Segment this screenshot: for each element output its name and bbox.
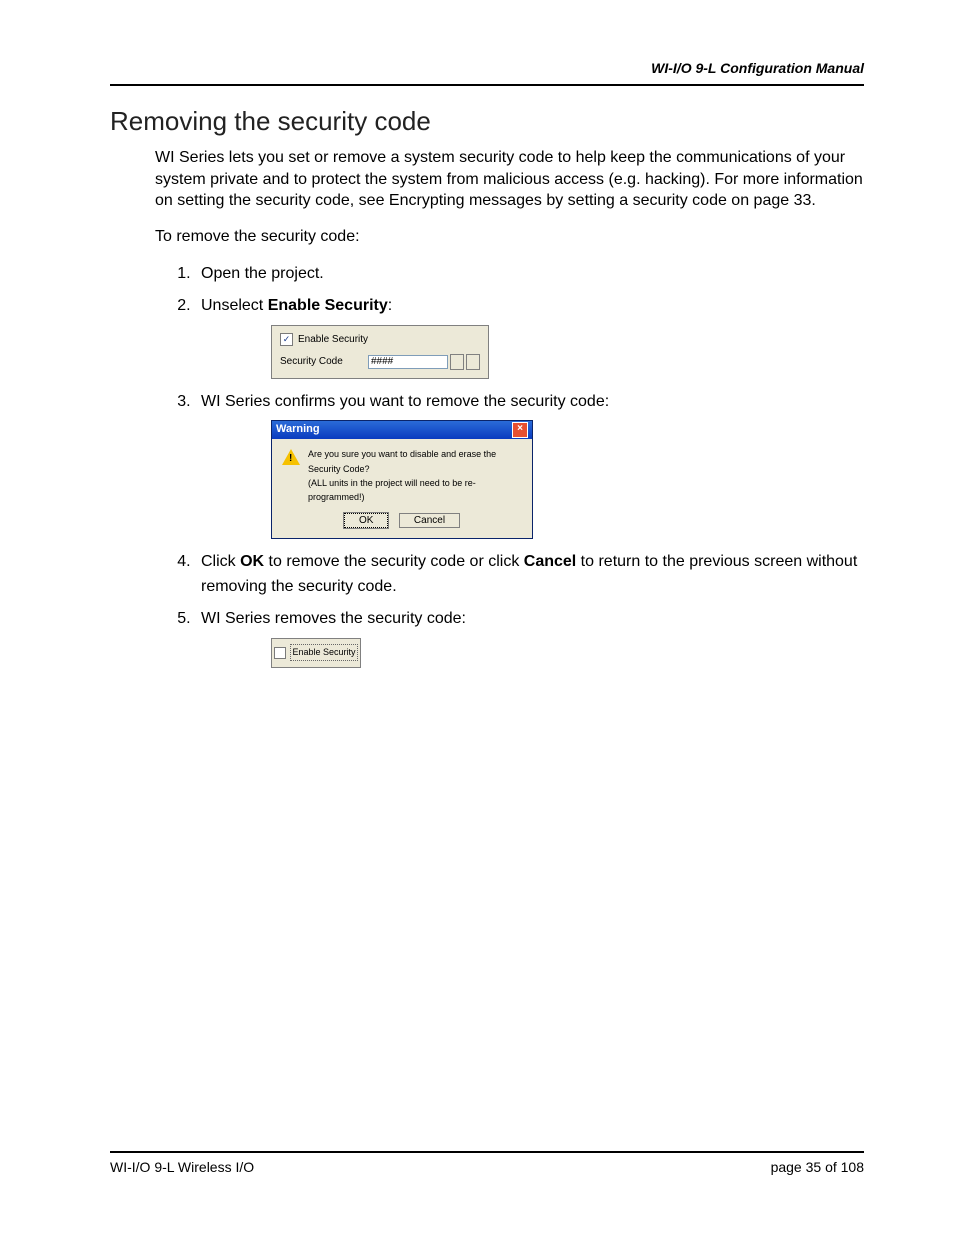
step-3-text: WI Series confirms you want to remove th…	[201, 393, 609, 410]
step-5-text: WI Series removes the security code:	[201, 610, 466, 627]
enable-security-label: Enable Security	[298, 332, 368, 348]
enable-security-checkbox-unchecked[interactable]	[274, 647, 286, 659]
step-2-bold: Enable Security	[268, 297, 388, 314]
security-code-label: Security Code	[280, 354, 343, 370]
dialog-titlebar: Warning ×	[272, 421, 532, 439]
step-5: WI Series removes the security code: Ena…	[195, 606, 864, 668]
security-panel: ✓ Enable Security Security Code	[271, 325, 489, 379]
step-4: Click OK to remove the security code or …	[195, 549, 864, 600]
footer-left: WI-I/O 9-L Wireless I/O	[110, 1159, 254, 1175]
page-footer: WI-I/O 9-L Wireless I/O page 35 of 108	[110, 1151, 864, 1175]
step-4-mid: to remove the security code or click	[264, 553, 524, 570]
figure-enable-security: ✓ Enable Security Security Code	[271, 325, 864, 379]
ok-button[interactable]: OK	[344, 513, 388, 528]
step-2: Unselect Enable Security: ✓ Enable Secur…	[195, 293, 864, 379]
dialog-line-2: (ALL units in the project will need to b…	[308, 476, 522, 505]
footer-right: page 35 of 108	[771, 1159, 864, 1175]
section-heading: Removing the security code	[110, 106, 864, 137]
dialog-line-1: Are you sure you want to disable and era…	[308, 447, 522, 476]
step-4-pre: Click	[201, 553, 240, 570]
dialog-title: Warning	[276, 421, 320, 439]
step-1: Open the project.	[195, 261, 864, 287]
security-panel-unchecked: Enable Security	[271, 638, 361, 668]
footer-rule	[110, 1151, 864, 1153]
figure-security-removed: Enable Security	[271, 638, 864, 668]
security-code-input[interactable]	[368, 355, 448, 369]
dialog-message: Are you sure you want to disable and era…	[308, 447, 522, 505]
close-icon[interactable]: ×	[512, 422, 528, 438]
enable-security-checkbox[interactable]: ✓	[280, 333, 293, 346]
security-code-btn-2[interactable]	[466, 354, 480, 370]
warning-dialog: Warning × Are you sure you want to disab…	[271, 420, 533, 539]
step-2-pre: Unselect	[201, 297, 268, 314]
enable-security-label-2: Enable Security	[290, 644, 357, 660]
steps-list: Open the project. Unselect Enable Securi…	[155, 261, 864, 667]
step-2-post: :	[388, 297, 392, 314]
cancel-button[interactable]: Cancel	[399, 513, 460, 528]
security-code-btn-1[interactable]	[450, 354, 464, 370]
header-doc-title: WI-I/O 9-L Configuration Manual	[110, 60, 864, 76]
step-3: WI Series confirms you want to remove th…	[195, 389, 864, 539]
lead-in: To remove the security code:	[110, 226, 864, 248]
header-rule	[110, 84, 864, 86]
warning-icon	[282, 449, 300, 465]
intro-paragraph: WI Series lets you set or remove a syste…	[110, 147, 864, 212]
step-4-cancel: Cancel	[524, 553, 576, 570]
figure-warning-dialog: Warning × Are you sure you want to disab…	[271, 420, 864, 539]
step-4-ok: OK	[240, 553, 264, 570]
